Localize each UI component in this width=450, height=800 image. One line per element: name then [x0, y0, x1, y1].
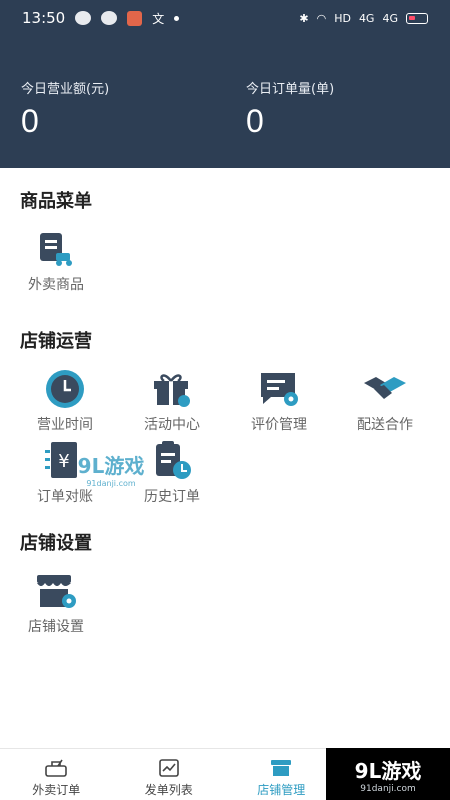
dispatch-list-icon: [156, 757, 182, 779]
takeout-order-icon: [43, 757, 69, 779]
orders-stat: 今日订单量(单) 0: [246, 78, 334, 140]
corner-watermark-brand: 9L游戏: [354, 758, 422, 783]
order-reconciliation-label: 订单对账: [37, 489, 93, 505]
orders-label: 今日订单量(单): [246, 82, 335, 97]
network-label: HD: [334, 11, 351, 25]
wifi-icon: ◠: [316, 11, 327, 25]
revenue-value: 0: [21, 103, 39, 139]
more-dot-icon: [174, 15, 180, 21]
review-management-label: 评价管理: [251, 417, 307, 433]
review-icon: [256, 366, 302, 412]
operations-item-delivery-cooperation[interactable]: 配送合作: [337, 366, 433, 434]
revenue-label: 今日营业额(元): [21, 82, 110, 97]
battery-icon: [406, 12, 428, 24]
center-watermark: 9L游戏 91danji.com: [66, 450, 156, 488]
operations-item-business-hours[interactable]: 营业时间: [17, 366, 113, 434]
business-hours-label: 营业时间: [37, 417, 93, 433]
revenue-stat: 今日营业额(元) 0: [21, 78, 109, 140]
status-bar: 13:50 文 ✱ ◠ HD 4G 4G: [0, 0, 450, 36]
store-manage-icon: [268, 757, 294, 779]
activity-center-label: 活动中心: [144, 417, 200, 433]
gift-icon: [149, 366, 195, 412]
section-title-menu: 商品菜单: [20, 191, 92, 212]
operations-item-activity-center[interactable]: 活动中心: [124, 366, 220, 434]
tab-dispatch-list[interactable]: 发单列表: [113, 749, 226, 800]
center-watermark-site: 91danji.com: [86, 479, 136, 488]
screen: { "status_bar": { "time": "13:50", "netw…: [0, 0, 450, 800]
section-title-settings: 店铺设置: [20, 533, 92, 554]
tab-store-management[interactable]: 店铺管理: [225, 749, 338, 800]
app-notification-icon: [127, 10, 143, 26]
handshake-icon: [362, 366, 408, 412]
status-time: 13:50: [22, 9, 66, 27]
corner-watermark-site: 91danji.com: [360, 783, 416, 794]
settings-item-store-settings[interactable]: 店铺设置: [8, 568, 104, 636]
signal-1-label: 4G: [358, 11, 375, 25]
tab-store-management-label: 店铺管理: [257, 783, 306, 797]
bluetooth-icon: ✱: [299, 11, 309, 25]
delivery-cooperation-label: 配送合作: [357, 417, 413, 433]
center-watermark-brand: 9L游戏: [77, 454, 145, 478]
takeout-goods-label: 外卖商品: [28, 277, 84, 293]
tab-dispatch-list-label: 发单列表: [144, 783, 193, 797]
history-orders-label: 历史订单: [144, 489, 200, 505]
translate-icon: 文: [152, 11, 165, 26]
wechat-icon: [101, 11, 118, 25]
tab-takeout-orders[interactable]: 外卖订单: [0, 749, 113, 800]
clock-icon: [42, 366, 88, 412]
section-title-operations: 店铺运营: [20, 331, 92, 352]
store-settings-icon: [33, 568, 79, 614]
takeout-goods-icon: [33, 226, 79, 272]
orders-value: 0: [246, 103, 264, 139]
store-settings-label: 店铺设置: [28, 619, 84, 635]
menu-item-takeout-goods[interactable]: 外卖商品: [8, 226, 104, 294]
tab-takeout-orders-label: 外卖订单: [32, 783, 81, 797]
dashboard-header: 13:50 文 ✱ ◠ HD 4G 4G 今日营业额(元) 0 今日订单量(单): [0, 0, 450, 168]
operations-item-review-management[interactable]: 评价管理: [231, 366, 327, 434]
corner-watermark: 9L游戏 91danji.com: [326, 748, 450, 800]
signal-2-label: 4G: [382, 11, 398, 25]
notification-icon: [75, 11, 92, 25]
